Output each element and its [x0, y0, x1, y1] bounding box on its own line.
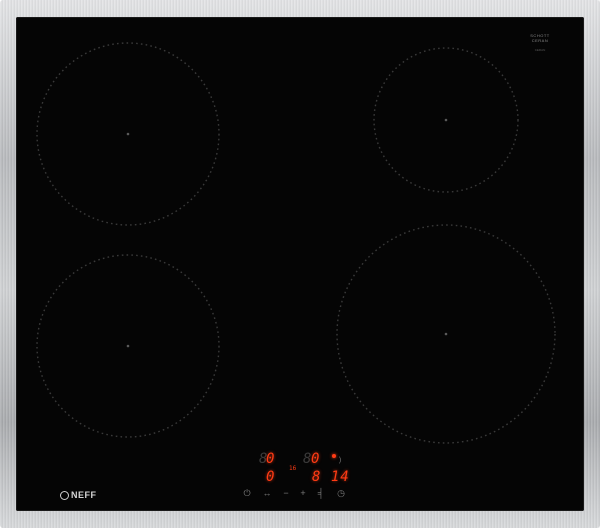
- display-center-label: 16: [289, 465, 297, 472]
- zone-select-icon[interactable]: ╡: [315, 488, 327, 498]
- power-icon[interactable]: ⏻: [241, 488, 253, 498]
- glass-maker-small-mark: CERAN: [525, 48, 555, 52]
- zone-front-right-center: [444, 332, 448, 336]
- wifi-icon: ): [338, 457, 342, 464]
- logo-text: NEFF: [71, 490, 97, 500]
- display-timer: 8 14: [312, 469, 350, 485]
- zone-front-left-center: [126, 344, 130, 348]
- display-zone-right-top: 0: [311, 451, 321, 467]
- zone-rear-right-center: [444, 118, 448, 122]
- glass-maker-logo: SCHOTT CERAN: [523, 33, 557, 43]
- glass-maker-line2: CERAN: [531, 38, 549, 43]
- cooking-zones: [36, 42, 556, 444]
- plus-icon[interactable]: +: [297, 488, 309, 498]
- display-zone-left-bottom: 0: [266, 469, 276, 485]
- timer-icon[interactable]: ◷: [335, 488, 347, 498]
- minus-icon[interactable]: −: [280, 488, 292, 498]
- child-lock-icon[interactable]: ↔: [261, 488, 273, 498]
- glass-small-line1: CERAN: [534, 48, 546, 52]
- logo-mark-icon: [60, 490, 69, 500]
- display-zone-left-top: 0: [266, 451, 276, 467]
- zone-rear-left-center: [126, 132, 130, 136]
- brand-logo: NEFF: [60, 489, 97, 501]
